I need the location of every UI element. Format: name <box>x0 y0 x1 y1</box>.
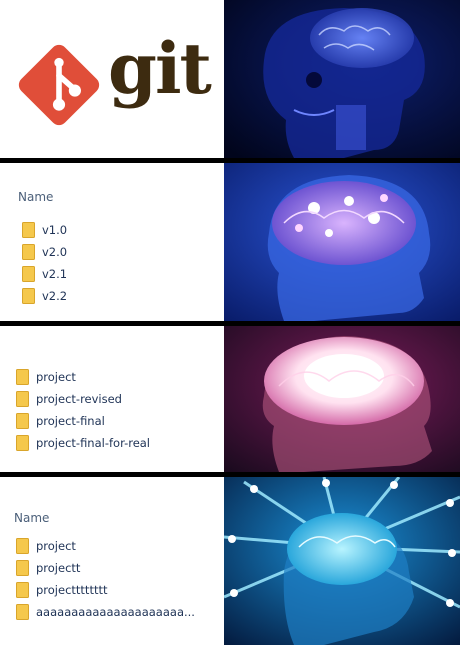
column-header-name[interactable]: Name <box>18 190 53 204</box>
panel-4-left: Name project projectt projectttttttt aaa… <box>0 477 224 645</box>
panel-1-brain-image <box>224 0 460 158</box>
list-item[interactable]: projectttttttt <box>16 579 195 601</box>
list-item[interactable]: project <box>16 535 195 557</box>
list-item[interactable]: project-final <box>16 410 150 432</box>
folder-icon <box>16 582 29 598</box>
panel-2-left: Name v1.0 v2.0 v2.1 v2.2 <box>0 163 224 321</box>
folder-icon <box>16 604 29 620</box>
folder-icon <box>16 413 29 429</box>
list-item[interactable]: v2.0 <box>22 241 67 263</box>
folder-name: project <box>36 539 76 553</box>
folder-name: v2.1 <box>42 267 68 281</box>
panel-3: project project-revised project-final pr… <box>0 326 460 472</box>
list-item[interactable]: v2.1 <box>22 263 67 285</box>
folder-icon <box>16 538 29 554</box>
folder-name: projectt <box>36 561 81 575</box>
folder-icon <box>22 244 35 260</box>
git-wordmark: git <box>108 27 212 110</box>
column-header-name[interactable]: Name <box>14 511 49 525</box>
panel-1: git <box>0 0 460 158</box>
folder-name: project-final-for-real <box>36 436 151 450</box>
folder-name: v1.0 <box>42 223 68 237</box>
folder-list: project project-revised project-final pr… <box>16 366 150 454</box>
list-item[interactable]: projectt <box>16 557 195 579</box>
folder-icon <box>22 288 35 304</box>
panel-4-brain-image <box>224 477 460 645</box>
folder-name: v2.0 <box>42 245 68 259</box>
folder-icon <box>16 435 29 451</box>
folder-icon <box>16 391 29 407</box>
folder-icon <box>16 560 29 576</box>
panel-4: Name project projectt projectttttttt aaa… <box>0 477 460 645</box>
list-item[interactable]: project-final-for-real <box>16 432 150 454</box>
folder-name: project <box>36 370 76 384</box>
panel-2-brain-image <box>224 163 460 321</box>
panel-2: Name v1.0 v2.0 v2.1 v2.2 <box>0 163 460 321</box>
folder-name: project-revised <box>36 392 122 406</box>
list-item[interactable]: aaaaaaaaaaaaaaaaaaaaa... <box>16 601 195 623</box>
folder-name: projectttttttt <box>36 583 108 597</box>
folder-list: project projectt projectttttttt aaaaaaaa… <box>16 535 195 623</box>
list-item[interactable]: v2.2 <box>22 285 67 307</box>
panel-3-brain-image <box>224 326 460 472</box>
folder-icon <box>22 222 35 238</box>
folder-name: aaaaaaaaaaaaaaaaaaaaa... <box>36 605 195 619</box>
list-item[interactable]: project-revised <box>16 388 150 410</box>
folder-icon <box>22 266 35 282</box>
panel-3-left: project project-revised project-final pr… <box>0 326 224 472</box>
folder-name: v2.2 <box>42 289 68 303</box>
panel-1-left: git <box>0 0 224 158</box>
folder-name: project-final <box>36 414 105 428</box>
list-item[interactable]: project <box>16 366 150 388</box>
folder-icon <box>16 369 29 385</box>
folder-list: v1.0 v2.0 v2.1 v2.2 <box>22 219 67 307</box>
list-item[interactable]: v1.0 <box>22 219 67 241</box>
git-logo-icon <box>18 44 100 126</box>
